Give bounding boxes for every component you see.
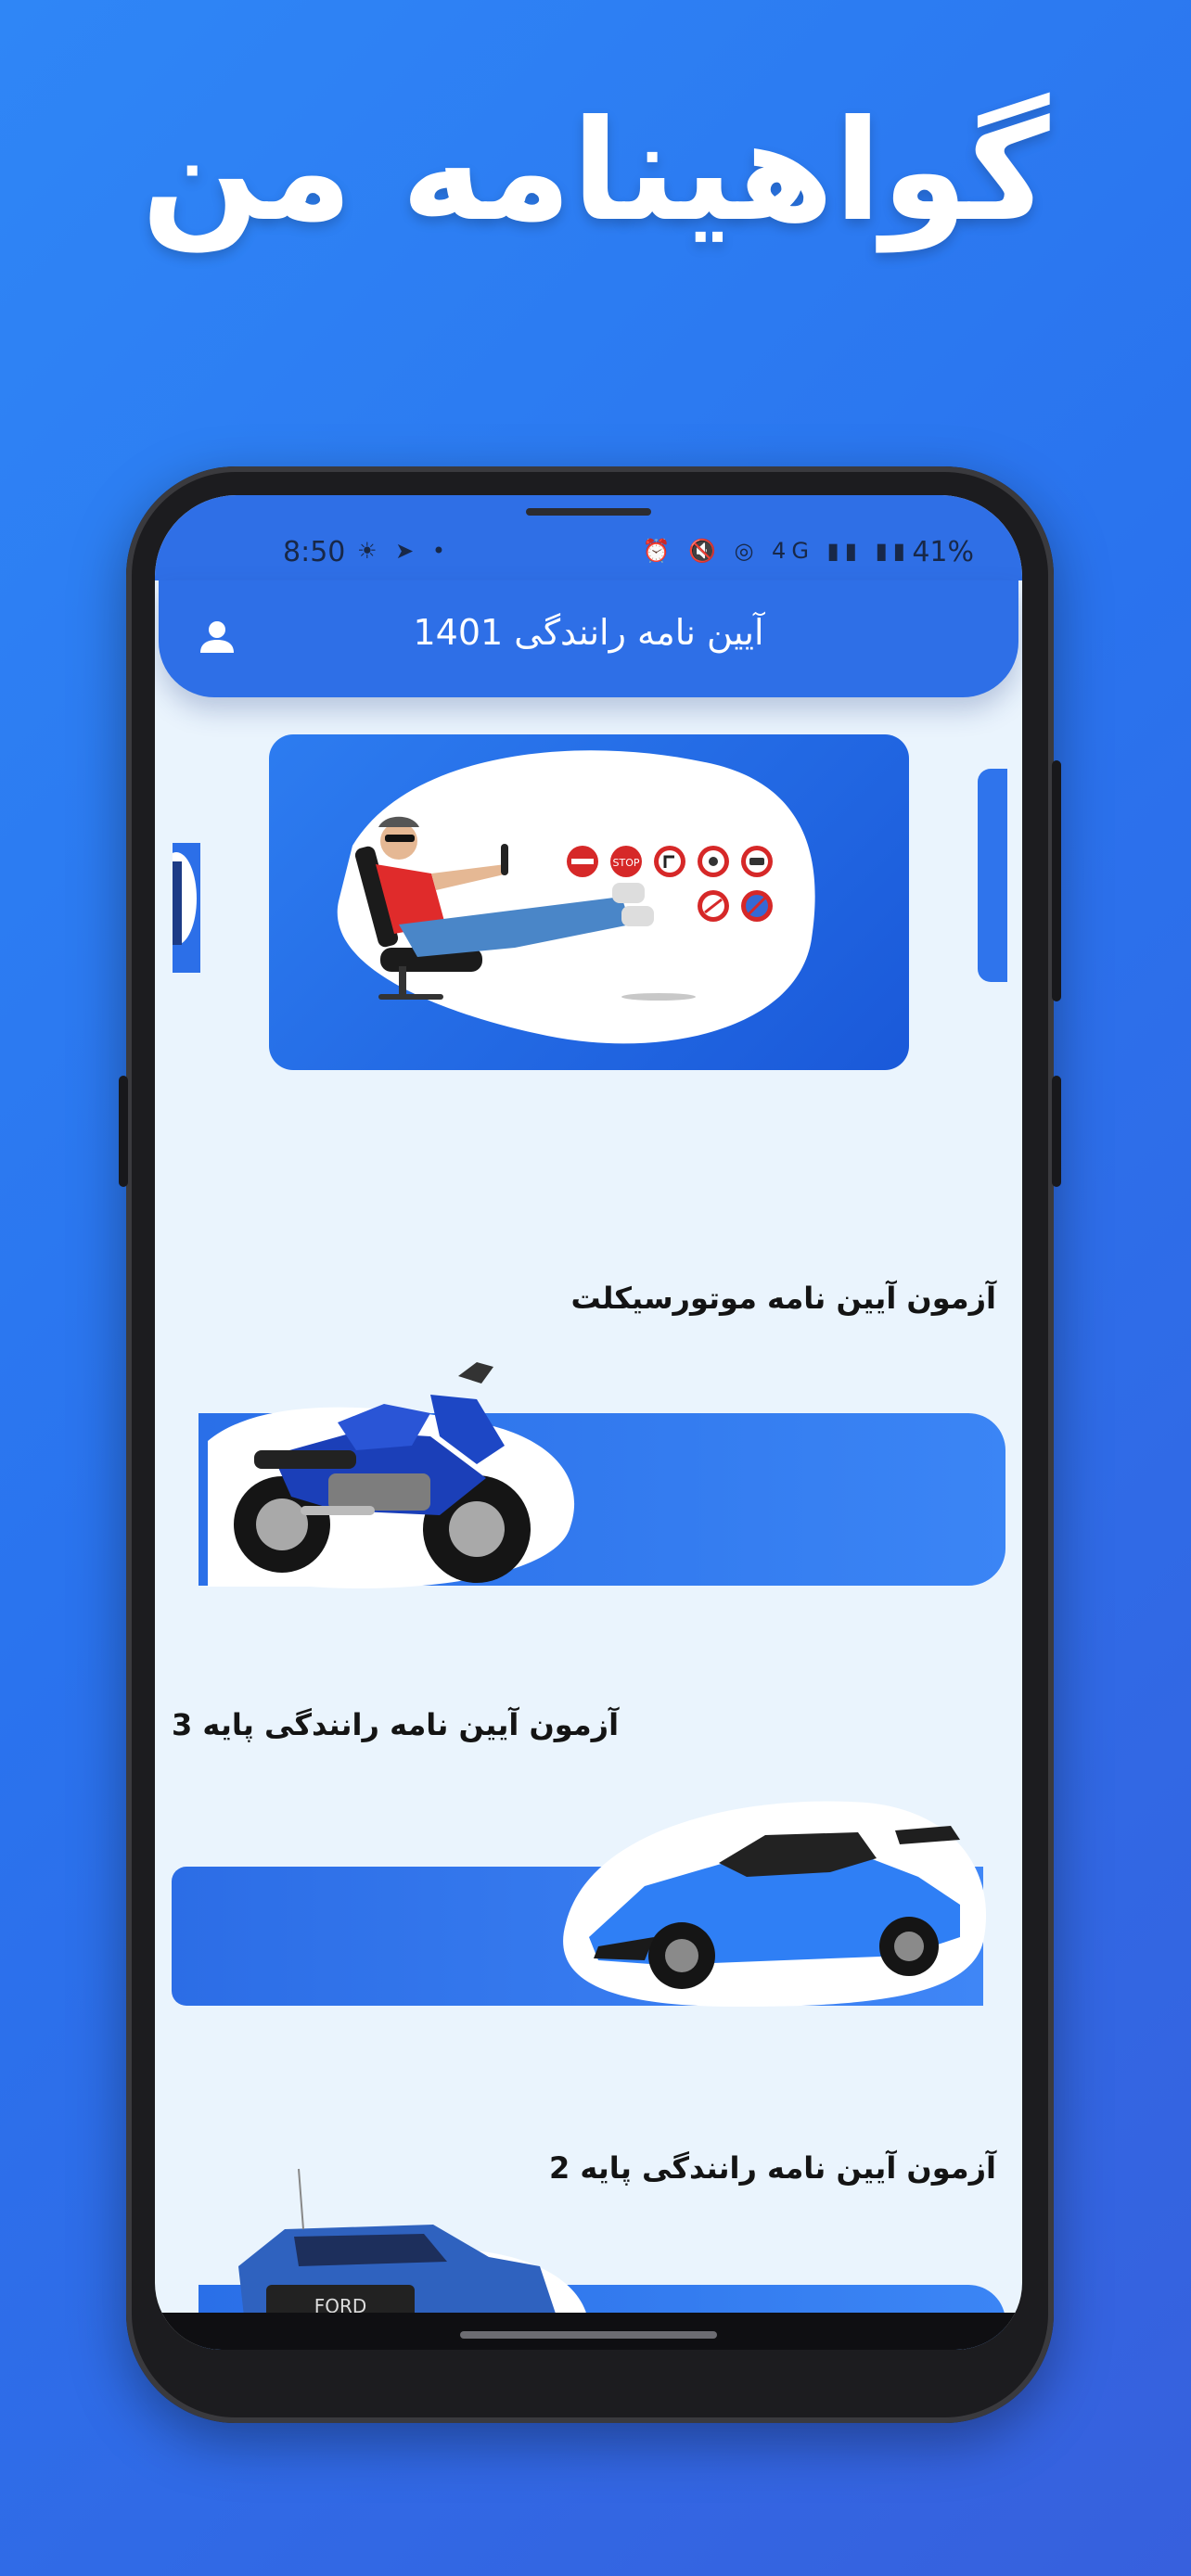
- app-bar: آیین نامه رانندگی 1401: [159, 580, 1018, 697]
- carousel-previous-slide[interactable]: [156, 843, 200, 973]
- item-title-sports-car[interactable]: آزمون آیین نامه رانندگی پایه 3: [172, 1707, 619, 1742]
- phone-side-button: [1052, 1076, 1061, 1187]
- phone-side-button: [119, 1076, 128, 1187]
- carousel-next-slide[interactable]: [978, 769, 1007, 982]
- home-indicator[interactable]: [460, 2331, 717, 2339]
- svg-text:STOP: STOP: [613, 857, 640, 869]
- person-icon[interactable]: [196, 616, 238, 658]
- phone-screen: 8:50 ☀ ➤ • ⏰ 🔇 ◎ 4G ▮▮ ▮▮ 41% آیین نامه …: [155, 495, 1022, 2350]
- item-title-motorcycle[interactable]: آزمون آیین نامه موتورسیکلت: [570, 1281, 996, 1316]
- driver-illustration: STOP: [337, 750, 815, 1044]
- status-notification-icons: ☀ ➤ •: [357, 538, 452, 564]
- carousel-banner[interactable]: STOP: [269, 734, 909, 1070]
- status-time: 8:50: [283, 536, 346, 568]
- status-bar: 8:50 ☀ ➤ • ⏰ 🔇 ◎ 4G ▮▮ ▮▮ 41%: [155, 495, 1022, 580]
- phone-side-button: [1052, 760, 1061, 1001]
- sports-car-image: [563, 1801, 987, 2007]
- hero-title: گواهینامه من: [141, 91, 1053, 252]
- status-system-icons: ⏰ 🔇 ◎ 4G ▮▮ ▮▮: [642, 538, 911, 564]
- app-title: آیین نامه رانندگی 1401: [413, 612, 764, 653]
- motorcycle-image: [208, 1362, 575, 1589]
- camera-notch: [526, 508, 651, 516]
- battery-level: 41%: [912, 536, 974, 568]
